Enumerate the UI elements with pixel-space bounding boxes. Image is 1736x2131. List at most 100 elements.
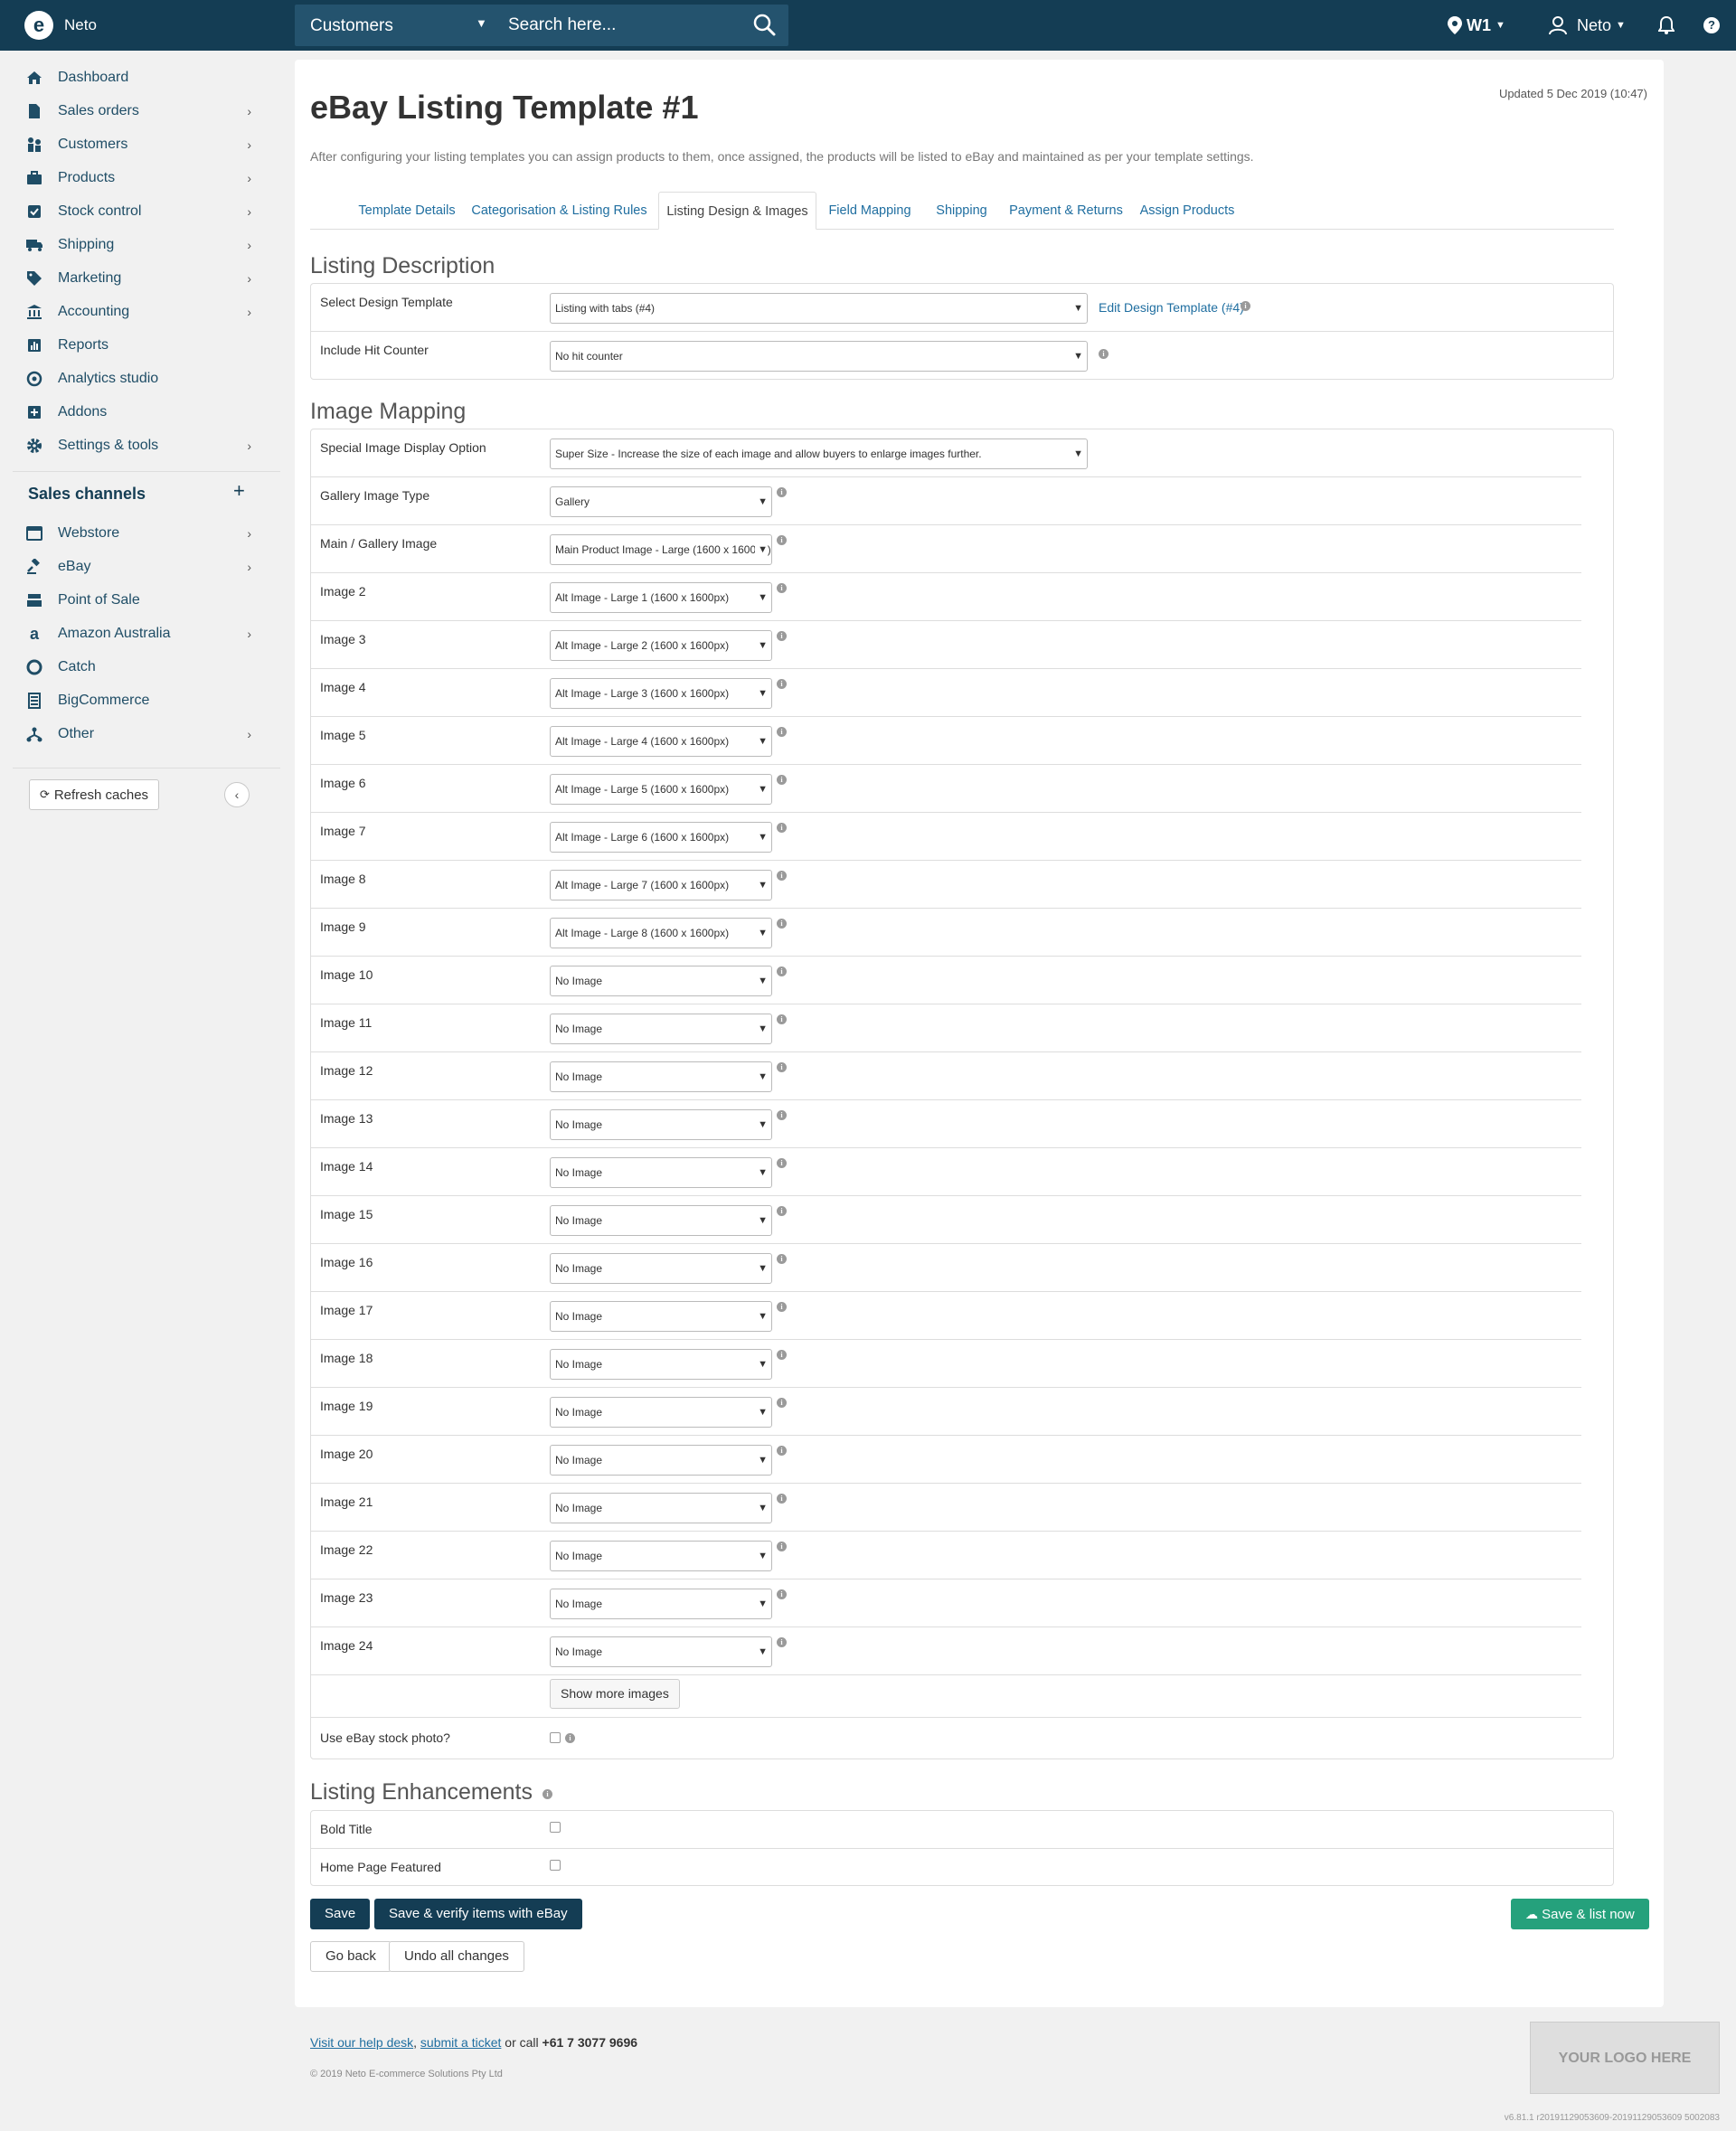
sidebar-item-settings-tools[interactable]: Settings & tools ›	[25, 432, 251, 459]
image-source-select[interactable]: No Image ▼	[550, 966, 772, 996]
image-source-select[interactable]: No Image ▼	[550, 1541, 772, 1571]
gallery-type-select[interactable]: Gallery ▼	[550, 486, 772, 517]
image-source-select[interactable]: Alt Image - Large 8 (1600 x 1600px) ▼	[550, 918, 772, 948]
tab-payment-returns[interactable]: Payment & Returns	[1000, 192, 1132, 230]
sidebar-item-products[interactable]: Products ›	[25, 165, 251, 192]
info-icon[interactable]: i	[777, 1206, 787, 1216]
tab-assign-products[interactable]: Assign Products	[1132, 192, 1242, 230]
go-back-button[interactable]: Go back	[310, 1941, 392, 1972]
info-icon[interactable]: i	[1099, 349, 1109, 359]
info-icon[interactable]: i	[777, 583, 787, 593]
sidebar-item-accounting[interactable]: Accounting ›	[25, 298, 251, 325]
search-scope-select[interactable]: Customers	[310, 16, 393, 36]
info-icon[interactable]: i	[777, 679, 787, 689]
info-icon[interactable]: i	[777, 1589, 787, 1599]
add-channel-icon[interactable]: +	[233, 479, 245, 503]
image-source-select[interactable]: No Image ▼	[550, 1109, 772, 1140]
info-icon[interactable]: i	[777, 535, 787, 545]
image-source-select[interactable]: No Image ▼	[550, 1493, 772, 1523]
submit-ticket-link[interactable]: submit a ticket	[420, 2035, 501, 2050]
info-icon[interactable]: i	[777, 1637, 787, 1647]
location-menu[interactable]: W1 ▼	[1447, 0, 1505, 51]
search-icon[interactable]	[751, 12, 778, 39]
info-icon[interactable]: i	[777, 1494, 787, 1504]
notifications-button[interactable]	[1658, 0, 1675, 51]
refresh-caches-button[interactable]: ⟳ Refresh caches	[29, 779, 159, 810]
info-icon[interactable]: i	[777, 631, 787, 641]
collapse-sidebar-button[interactable]: ‹	[224, 782, 250, 807]
sidebar-item-bigcommerce[interactable]: BigCommerce	[25, 687, 251, 714]
info-icon[interactable]: i	[777, 775, 787, 785]
info-icon[interactable]: i	[777, 1350, 787, 1360]
sidebar-item-shipping[interactable]: Shipping ›	[25, 231, 251, 259]
info-icon[interactable]: i	[777, 871, 787, 881]
edit-design-template-link[interactable]: Edit Design Template (#4)	[1099, 300, 1244, 315]
tab-categorisation-listing-rules[interactable]: Categorisation & Listing Rules	[466, 192, 653, 230]
save-verify-button[interactable]: Save & verify items with eBay	[374, 1899, 582, 1929]
tab-field-mapping[interactable]: Field Mapping	[816, 192, 923, 230]
image-source-select[interactable]: No Image ▼	[550, 1253, 772, 1284]
sidebar-item-stock-control[interactable]: Stock control ›	[25, 198, 251, 225]
image-source-select[interactable]: No Image ▼	[550, 1589, 772, 1619]
sidebar-item-addons[interactable]: Addons	[25, 399, 251, 426]
info-icon[interactable]: i	[777, 919, 787, 929]
undo-changes-button[interactable]: Undo all changes	[389, 1941, 524, 1972]
save-button[interactable]: Save	[310, 1899, 371, 1929]
neto-logo-icon[interactable]: e	[24, 11, 53, 40]
image-source-select[interactable]: No Image ▼	[550, 1061, 772, 1092]
image-source-select[interactable]: No Image ▼	[550, 1205, 772, 1236]
tab-listing-design-images[interactable]: Listing Design & Images	[658, 192, 816, 230]
info-icon[interactable]: i	[777, 966, 787, 976]
info-icon[interactable]: i	[777, 1542, 787, 1551]
info-icon[interactable]: i	[777, 1110, 787, 1120]
image-source-select[interactable]: Main Product Image - Large (1600 x 1600p…	[550, 534, 772, 565]
info-icon[interactable]: i	[777, 1398, 787, 1408]
image-source-select[interactable]: No Image ▼	[550, 1014, 772, 1044]
image-source-select[interactable]: Alt Image - Large 1 (1600 x 1600px) ▼	[550, 582, 772, 613]
info-icon[interactable]: i	[777, 487, 787, 497]
info-icon[interactable]: i	[565, 1733, 575, 1743]
image-source-select[interactable]: No Image ▼	[550, 1636, 772, 1667]
image-source-select[interactable]: Alt Image - Large 6 (1600 x 1600px) ▼	[550, 822, 772, 853]
sidebar-item-catch[interactable]: Catch	[25, 654, 251, 681]
image-source-select[interactable]: Alt Image - Large 4 (1600 x 1600px) ▼	[550, 726, 772, 757]
image-source-select[interactable]: Alt Image - Large 3 (1600 x 1600px) ▼	[550, 678, 772, 709]
tab-shipping[interactable]: Shipping	[923, 192, 1000, 230]
image-source-select[interactable]: Alt Image - Large 7 (1600 x 1600px) ▼	[550, 870, 772, 900]
info-icon[interactable]: i	[777, 727, 787, 737]
image-source-select[interactable]: Alt Image - Large 5 (1600 x 1600px) ▼	[550, 774, 772, 805]
image-source-select[interactable]: No Image ▼	[550, 1349, 772, 1380]
image-source-select[interactable]: No Image ▼	[550, 1445, 772, 1476]
image-source-select[interactable]: Alt Image - Large 2 (1600 x 1600px) ▼	[550, 630, 772, 661]
info-icon[interactable]: i	[1241, 301, 1250, 311]
sidebar-item-marketing[interactable]: Marketing ›	[25, 265, 251, 292]
sidebar-item-webstore[interactable]: Webstore ›	[25, 520, 251, 547]
info-icon[interactable]: i	[777, 1014, 787, 1024]
sidebar-item-reports[interactable]: Reports	[25, 332, 251, 359]
sidebar-item-sales-orders[interactable]: Sales orders ›	[25, 98, 251, 125]
sidebar-item-customers[interactable]: Customers ›	[25, 131, 251, 158]
chevron-down-icon[interactable]: ▼	[476, 16, 487, 30]
sidebar-item-amazon-australia[interactable]: a Amazon Australia ›	[25, 620, 251, 647]
sidebar-item-ebay[interactable]: eBay ›	[25, 553, 251, 580]
show-more-images-button[interactable]: Show more images	[550, 1679, 680, 1709]
sidebar-item-point-of-sale[interactable]: Point of Sale	[25, 587, 251, 614]
stock-photo-checkbox[interactable]	[550, 1732, 561, 1743]
tab-template-details[interactable]: Template Details	[348, 192, 466, 230]
info-icon[interactable]: i	[777, 1062, 787, 1072]
help-desk-link[interactable]: Visit our help desk	[310, 2035, 413, 2050]
help-button[interactable]: ?	[1703, 0, 1720, 51]
hit-counter-select[interactable]: No hit counter ▼	[550, 341, 1088, 372]
info-icon[interactable]: i	[542, 1789, 552, 1799]
home-featured-checkbox[interactable]	[550, 1860, 561, 1871]
sidebar-item-analytics-studio[interactable]: Analytics studio	[25, 365, 251, 392]
image-source-select[interactable]: No Image ▼	[550, 1397, 772, 1428]
info-icon[interactable]: i	[777, 1254, 787, 1264]
special-display-select[interactable]: Super Size - Increase the size of each i…	[550, 438, 1088, 469]
info-icon[interactable]: i	[777, 1446, 787, 1456]
sidebar-item-dashboard[interactable]: Dashboard	[25, 64, 251, 91]
save-list-now-button[interactable]: ☁ Save & list now	[1511, 1899, 1649, 1929]
info-icon[interactable]: i	[777, 823, 787, 833]
search-input[interactable]	[508, 12, 743, 39]
info-icon[interactable]: i	[777, 1158, 787, 1168]
